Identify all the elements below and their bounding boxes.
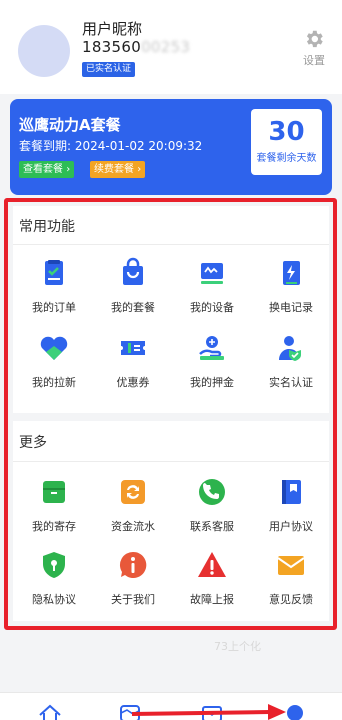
home-icon[interactable] — [38, 703, 62, 720]
view-package-button[interactable]: 查看套餐 › — [19, 161, 75, 178]
profile-header: 用户昵称 18356000253 已实名认证 设置 — [0, 0, 342, 94]
avatar[interactable] — [18, 25, 70, 77]
phone-number: 18356000253 — [82, 38, 190, 56]
highlight-frame — [4, 198, 337, 630]
watermark: 73上个化 — [214, 640, 261, 653]
phone-obscured: 00253 — [141, 38, 191, 56]
phone-visible: 183560 — [82, 38, 142, 56]
chevron-right-icon: › — [66, 164, 71, 175]
settings-button[interactable]: 设置 — [296, 28, 332, 68]
days-remaining-value: 30 — [268, 117, 305, 147]
days-remaining-box: 30 套餐剩余天数 — [251, 109, 322, 175]
package-card: 巡鹰动力A套餐 套餐到期: 2024-01-02 20:09:32 查看套餐 ›… — [10, 99, 332, 195]
renew-package-label: 续费套餐 — [94, 164, 134, 175]
package-name: 巡鹰动力A套餐 — [19, 116, 121, 134]
nickname: 用户昵称 — [82, 20, 143, 38]
chevron-right-icon: › — [137, 164, 142, 175]
view-package-label: 查看套餐 — [23, 164, 63, 175]
package-expire: 套餐到期: 2024-01-02 20:09:32 — [19, 139, 203, 153]
arrow-annotation — [131, 704, 286, 720]
renew-package-button[interactable]: 续费套餐 › — [90, 161, 146, 178]
gear-icon — [306, 30, 323, 48]
verified-badge: 已实名认证 — [82, 62, 136, 77]
settings-label: 设置 — [303, 54, 325, 67]
days-remaining-label: 套餐剩余天数 — [256, 153, 317, 164]
